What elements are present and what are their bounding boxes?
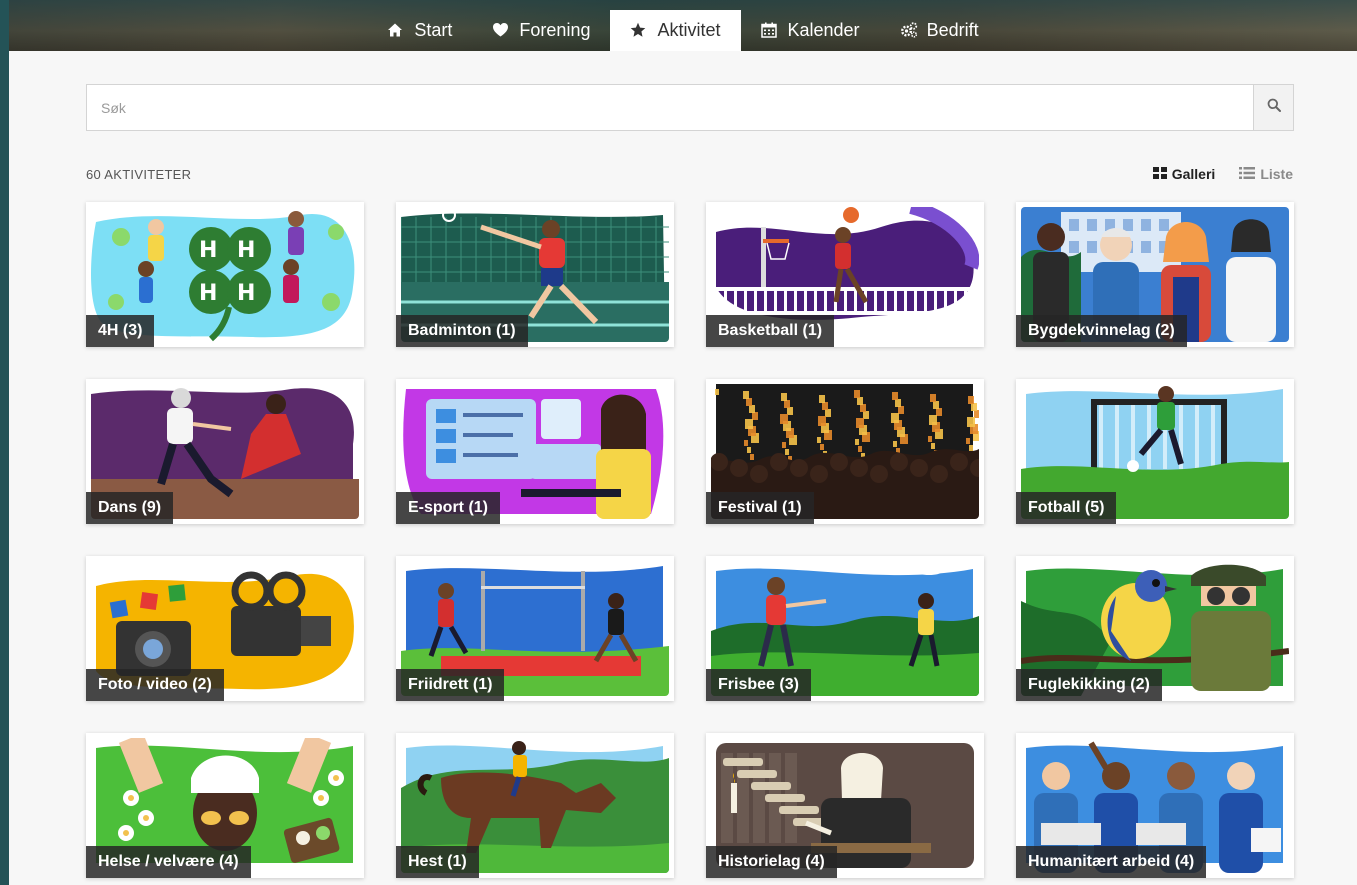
activity-card-label: Bygdekvinnelag (2) (1016, 315, 1187, 347)
list-view-button[interactable]: Liste (1239, 166, 1293, 182)
home-icon (387, 22, 404, 39)
activity-card-label: Humanitært arbeid (4) (1016, 846, 1207, 878)
svg-text:H: H (237, 238, 255, 263)
nav-item-forening[interactable]: Forening (472, 10, 610, 51)
nav-items: Start Forening Aktivitet Kalender Bedrift (367, 10, 998, 51)
list-icon (1239, 166, 1256, 182)
nav-item-label: Aktivitet (657, 20, 721, 40)
star-icon (630, 22, 647, 39)
search-button[interactable] (1253, 85, 1293, 130)
activity-card[interactable]: Frisbee (3) (706, 556, 984, 701)
calendar-icon (760, 22, 778, 39)
activity-card-label: Dans (9) (86, 492, 174, 524)
activity-card[interactable]: Festival (1) (706, 379, 984, 524)
activity-card[interactable]: Hest (1) (396, 733, 674, 878)
nav-item-bedrift[interactable]: Bedrift (880, 10, 999, 51)
nav-item-kalender[interactable]: Kalender (741, 10, 880, 51)
activity-card[interactable]: HHHH 4H (3) (86, 202, 364, 347)
activity-card-label: Badminton (1) (396, 315, 528, 347)
svg-text:H: H (199, 281, 217, 306)
activity-card[interactable]: Foto / video (2) (86, 556, 364, 701)
gears-icon (900, 22, 917, 39)
gallery-view-label: Galleri (1171, 166, 1216, 182)
activity-page: 60 AKTIVITETER Galleri Liste HHHH (9, 51, 1357, 885)
search-input[interactable] (87, 85, 1253, 130)
nav-item-label: Forening (519, 20, 591, 40)
nav-item-aktivitet[interactable]: Aktivitet (610, 10, 741, 51)
activity-card[interactable]: Fuglekikking (2) (1016, 556, 1294, 701)
nav-item-label: Kalender (787, 20, 860, 40)
activity-card-label: Friidrett (1) (396, 669, 505, 701)
activity-card-label: Basketball (1) (706, 315, 835, 347)
nav-item-label: Start (414, 20, 453, 40)
view-toggle: Galleri Liste (1152, 166, 1293, 182)
list-view-label: Liste (1260, 166, 1293, 182)
activity-card-label: Hest (1) (396, 846, 479, 878)
svg-text:H: H (237, 281, 255, 306)
activity-card[interactable]: Friidrett (1) (396, 556, 674, 701)
svg-text:H: H (199, 238, 217, 263)
activity-card[interactable]: Fotball (5) (1016, 379, 1294, 524)
heart-icon (492, 22, 509, 39)
activity-card[interactable]: Historielag (4) (706, 733, 984, 878)
activity-card[interactable]: Helse / velvære (4) (86, 733, 364, 878)
grid-icon (1152, 166, 1167, 182)
activity-gallery: HHHH 4H (3) Badminton (1) Basketball (1)… (86, 202, 1294, 878)
activity-card[interactable]: Dans (9) (86, 379, 364, 524)
search-bar (86, 84, 1294, 131)
nav-item-start[interactable]: Start (367, 10, 472, 51)
activity-card-label: Helse / velvære (4) (86, 846, 251, 878)
activity-card[interactable]: Humanitært arbeid (4) (1016, 733, 1294, 878)
top-navigation-bar: Start Forening Aktivitet Kalender Bedrift (9, 0, 1357, 51)
activity-card[interactable]: Bygdekvinnelag (2) (1016, 202, 1294, 347)
window-frame (0, 0, 9, 885)
search-icon (1267, 98, 1281, 117)
activity-card[interactable]: E-sport (1) (396, 379, 674, 524)
activity-card[interactable]: Badminton (1) (396, 202, 674, 347)
main-nav: Start Forening Aktivitet Kalender Bedrift (9, 10, 1357, 51)
activity-card-label: Frisbee (3) (706, 669, 811, 701)
activity-card-label: Festival (1) (706, 492, 814, 524)
activity-card-label: Fuglekikking (2) (1016, 669, 1162, 701)
activity-card-label: Historielag (4) (706, 846, 837, 878)
activity-card-label: E-sport (1) (396, 492, 500, 524)
gallery-view-button[interactable]: Galleri (1152, 166, 1216, 182)
activity-count: 60 AKTIVITETER (86, 167, 192, 182)
activity-card-label: Foto / video (2) (86, 669, 224, 701)
nav-item-label: Bedrift (926, 20, 979, 40)
activity-card[interactable]: Basketball (1) (706, 202, 984, 347)
activity-card-label: Fotball (5) (1016, 492, 1117, 524)
activity-card-label: 4H (3) (86, 315, 155, 347)
